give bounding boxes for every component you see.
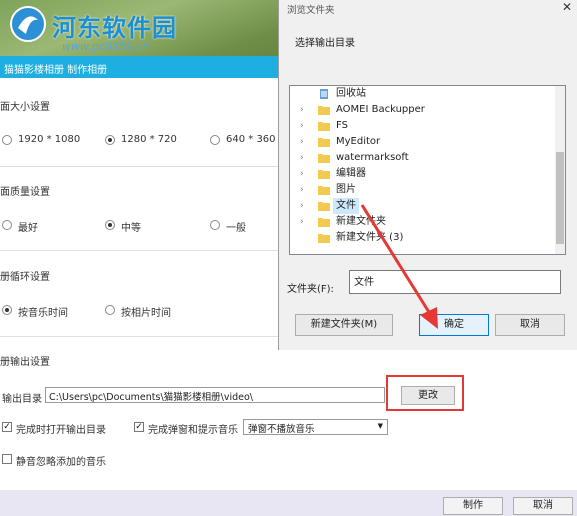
mute-label: 静音忽略添加的音乐 [16,457,106,468]
radio-button[interactable] [210,135,220,145]
tree-item-label: 回收站 [336,88,366,99]
folder-icon [318,218,330,227]
dialog-cancel-button[interactable]: 取消 [495,314,565,336]
folder-icon [318,202,330,211]
radio-label: 最好 [18,223,38,234]
divider [0,166,278,167]
bottom-cancel-button[interactable]: 取消 [513,497,573,515]
folder-label: 文件夹(F): [287,284,334,295]
popup-checkbox[interactable]: ✓ [134,422,144,432]
chevron-right-icon[interactable]: › [300,198,304,214]
folder-icon [318,122,330,131]
chevron-right-icon[interactable]: › [300,118,304,134]
tree-item-label: watermarksoft [336,152,409,163]
highlight-box [386,375,464,411]
radio-label: 1280 * 720 [121,134,177,145]
dialog-title: 浏览文件夹 [287,5,335,16]
radio-button[interactable] [2,305,12,315]
tree-item-label: 编辑器 [336,168,366,179]
radio-button[interactable] [105,220,115,230]
tree-item[interactable]: › FS [290,118,552,134]
chevron-right-icon[interactable]: › [300,182,304,198]
folder-icon [318,234,330,243]
tree-item-label: MyEditor [336,136,381,147]
tree-item[interactable]: 回收站 [290,86,552,102]
make-button[interactable]: 制作 [443,497,503,515]
radio-label: 640 * 360 [226,134,276,145]
resolution-section-title: 面大小设置 [0,102,50,113]
chevron-right-icon[interactable]: › [300,134,304,150]
divider [0,250,278,251]
chevron-right-icon[interactable]: › [300,214,304,230]
folder-icon [318,170,330,179]
radio-button[interactable] [210,220,220,230]
watermark-url: www.pc0359.cn [62,40,150,53]
output-section-title: 册输出设置 [0,357,50,368]
radio-button[interactable] [2,135,12,145]
radio-label: 中等 [121,223,141,234]
chevron-right-icon[interactable]: › [300,166,304,182]
tree-item-label: AOMEI Backupper [336,104,425,115]
open-dir-checkbox[interactable]: ✓ [2,422,12,432]
folder-icon [318,186,330,195]
tree-item[interactable]: › AOMEI Backupper [290,102,552,118]
close-icon[interactable]: ✕ [562,0,572,14]
watermark-text: 河东软件园 [52,14,177,42]
radio-button[interactable] [2,220,12,230]
mute-checkbox[interactable] [2,454,12,464]
radio-button[interactable] [105,305,115,315]
radio-button[interactable] [105,135,115,145]
tree-scrollbar-thumb[interactable] [556,152,564,244]
folder-icon [318,106,330,115]
output-dir-label: 输出目录 [2,394,42,405]
popup-select-value: 弹窗不播放音乐 [248,424,315,435]
radio-label: 按相片时间 [121,308,171,319]
folder-icon [318,154,330,163]
recycle-bin-icon [320,89,328,99]
tree-item[interactable]: › MyEditor [290,134,552,150]
radio-label: 一般 [226,223,246,234]
output-dir-field[interactable]: C:\Users\pc\Documents\猫猫影楼相册\video\ [45,387,385,403]
tree-item[interactable]: › watermarksoft [290,150,552,166]
divider [0,336,278,337]
app-title: 猫猫影楼相册 制作相册 [4,65,108,76]
radio-label: 1920 * 1080 [18,134,81,145]
loop-section-title: 册循环设置 [0,272,50,283]
quality-section-title: 面质量设置 [0,187,50,198]
chevron-down-icon: ▼ [377,422,383,430]
radio-label: 按音乐时间 [18,308,68,319]
tree-item-label: FS [336,120,348,131]
watermark-logo-icon [10,6,46,42]
dialog-prompt: 选择输出目录 [295,38,355,49]
popup-select[interactable]: 弹窗不播放音乐 ▼ [243,419,388,435]
folder-icon [318,138,330,147]
popup-label: 完成弹窗和提示音乐 [148,425,238,436]
open-dir-label: 完成时打开输出目录 [16,425,106,436]
tree-item[interactable]: › 编辑器 [290,166,552,182]
chevron-right-icon[interactable]: › [300,150,304,166]
chevron-right-icon[interactable]: › [300,102,304,118]
annotation-arrow [360,204,438,329]
